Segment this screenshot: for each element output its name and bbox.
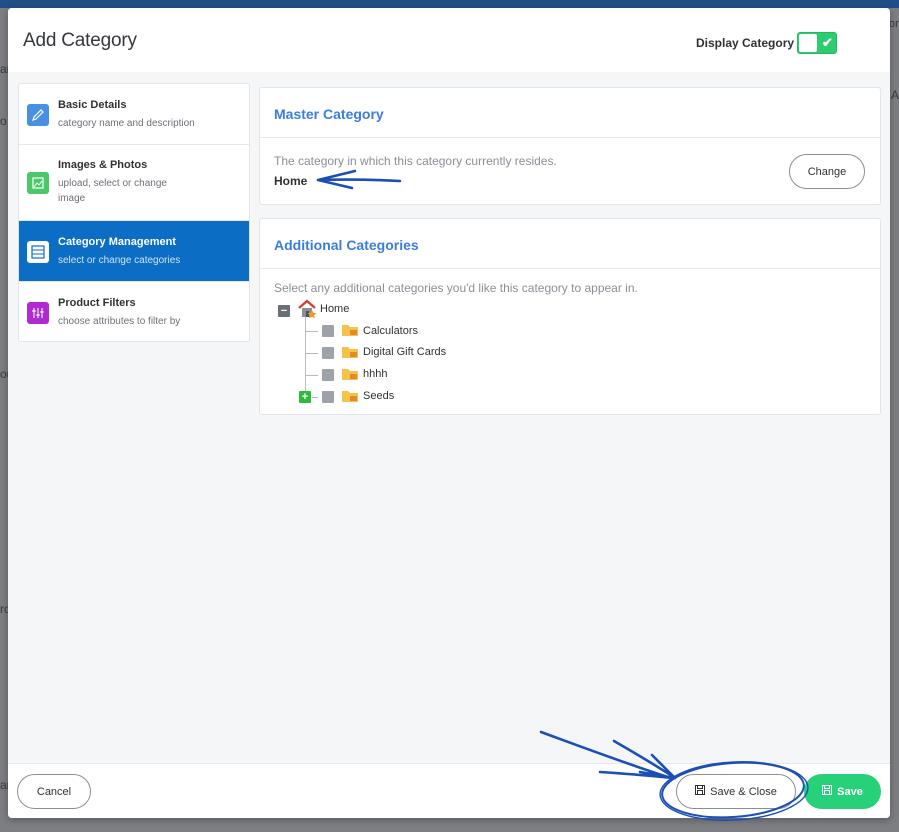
background-fragment: or [889,18,899,30]
save-close-label: Save & Close [710,785,777,798]
save-label: Save [837,785,863,798]
background-topbar [0,0,899,8]
nav-item-subtitle: choose attributes to filter by [58,316,181,327]
expand-icon[interactable]: + [299,391,311,403]
tree-connector [306,375,318,376]
nav-item-title: Product Filters [58,297,136,309]
category-checkbox[interactable] [322,369,334,381]
modal-footer: Cancel Save & Close Save [8,763,890,818]
save-button[interactable]: Save [804,774,881,809]
toggle-knob [799,34,817,52]
nav-item-title: Basic Details [58,99,127,111]
tree-connector [306,331,318,332]
display-category-toggle[interactable]: ✔ [797,32,837,54]
card-header: Additional Categories [260,219,880,269]
modal-title: Add Category [23,30,137,51]
tree-connector [306,353,318,354]
card-header: Master Category [260,88,880,138]
tree-item-label[interactable]: Seeds [363,390,394,402]
change-button[interactable]: Change [789,154,865,189]
tree-connector [312,397,318,398]
master-category-card: Master Category The category in which th… [259,87,881,205]
folder-icon [341,389,359,403]
add-category-modal: Add Category Display Category ✔ Basic De… [8,8,890,818]
tree-item-label[interactable]: hhhh [363,368,387,380]
nav-item-category-management[interactable]: Category Management select or change cat… [19,221,249,282]
pencil-icon [27,104,49,126]
image-icon [27,172,49,194]
cancel-button[interactable]: Cancel [17,774,91,809]
collapse-icon[interactable]: − [278,305,290,317]
master-category-title: Master Category [274,106,384,122]
nav-item-title: Images & Photos [58,159,148,171]
nav-item-subtitle: upload, select or change image [58,178,167,204]
tree-item-label[interactable]: Digital Gift Cards [363,346,446,358]
category-checkbox[interactable] [322,325,334,337]
save-close-button[interactable]: Save & Close [676,774,796,809]
cabinet-icon [27,241,49,263]
background-fragment: A [891,88,899,102]
additional-categories-title: Additional Categories [274,237,419,253]
nav-item-product-filters[interactable]: Product Filters choose attributes to fil… [19,282,249,341]
master-category-value: Home [274,174,308,188]
home-icon [297,299,319,324]
background-fragment: o [0,114,7,128]
folder-icon [341,367,359,381]
nav-item-subtitle: select or change categories [58,255,181,266]
floppy-disk-icon [695,785,706,798]
nav-item-subtitle: category name and description [58,118,195,129]
folder-icon [341,345,359,359]
nav-item-images-photos[interactable]: Images & Photos upload, select or change… [19,145,249,221]
category-checkbox[interactable] [322,391,334,403]
checkmark-icon: ✔ [822,35,833,50]
section-nav: Basic Details category name and descript… [18,83,250,342]
additional-categories-card: Additional Categories Select any additio… [259,218,881,415]
sliders-icon [27,302,49,324]
floppy-disk-icon [822,785,833,798]
folder-icon [341,323,359,337]
nav-item-basic-details[interactable]: Basic Details category name and descript… [19,84,249,145]
tree-item-label: Home [320,303,350,315]
nav-item-title: Category Management [58,236,176,248]
tree-item-label[interactable]: Calculators [363,325,418,337]
additional-categories-description: Select any additional categories you'd l… [274,281,638,295]
category-checkbox[interactable] [322,347,334,359]
master-category-description: The category in which this category curr… [274,154,557,168]
cancel-label: Cancel [36,785,72,798]
modal-header: Add Category Display Category ✔ [8,8,890,72]
tree-connector [305,316,306,400]
display-category-label: Display Category [696,36,795,50]
